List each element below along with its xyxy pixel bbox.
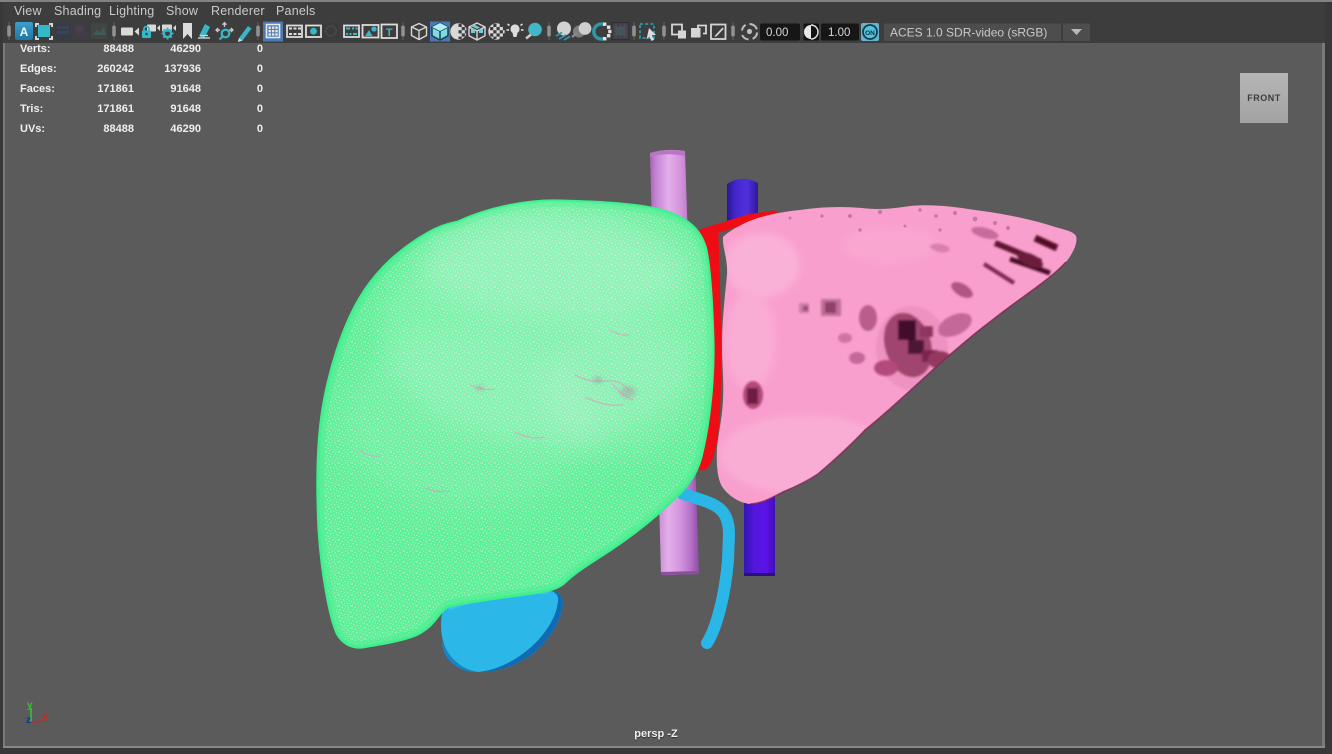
- svg-text:x: x: [42, 711, 48, 722]
- svg-text:A: A: [20, 25, 29, 39]
- svg-text:ACES 1.0 SDR-video (sRGB): ACES 1.0 SDR-video (sRGB): [890, 26, 1047, 40]
- svg-text:y: y: [27, 700, 33, 711]
- svg-text:T: T: [386, 27, 393, 39]
- svg-text:1.00: 1.00: [828, 27, 850, 39]
- svg-text:z: z: [26, 715, 31, 726]
- svg-text:0.00: 0.00: [766, 27, 788, 39]
- svg-text:ON: ON: [865, 30, 875, 37]
